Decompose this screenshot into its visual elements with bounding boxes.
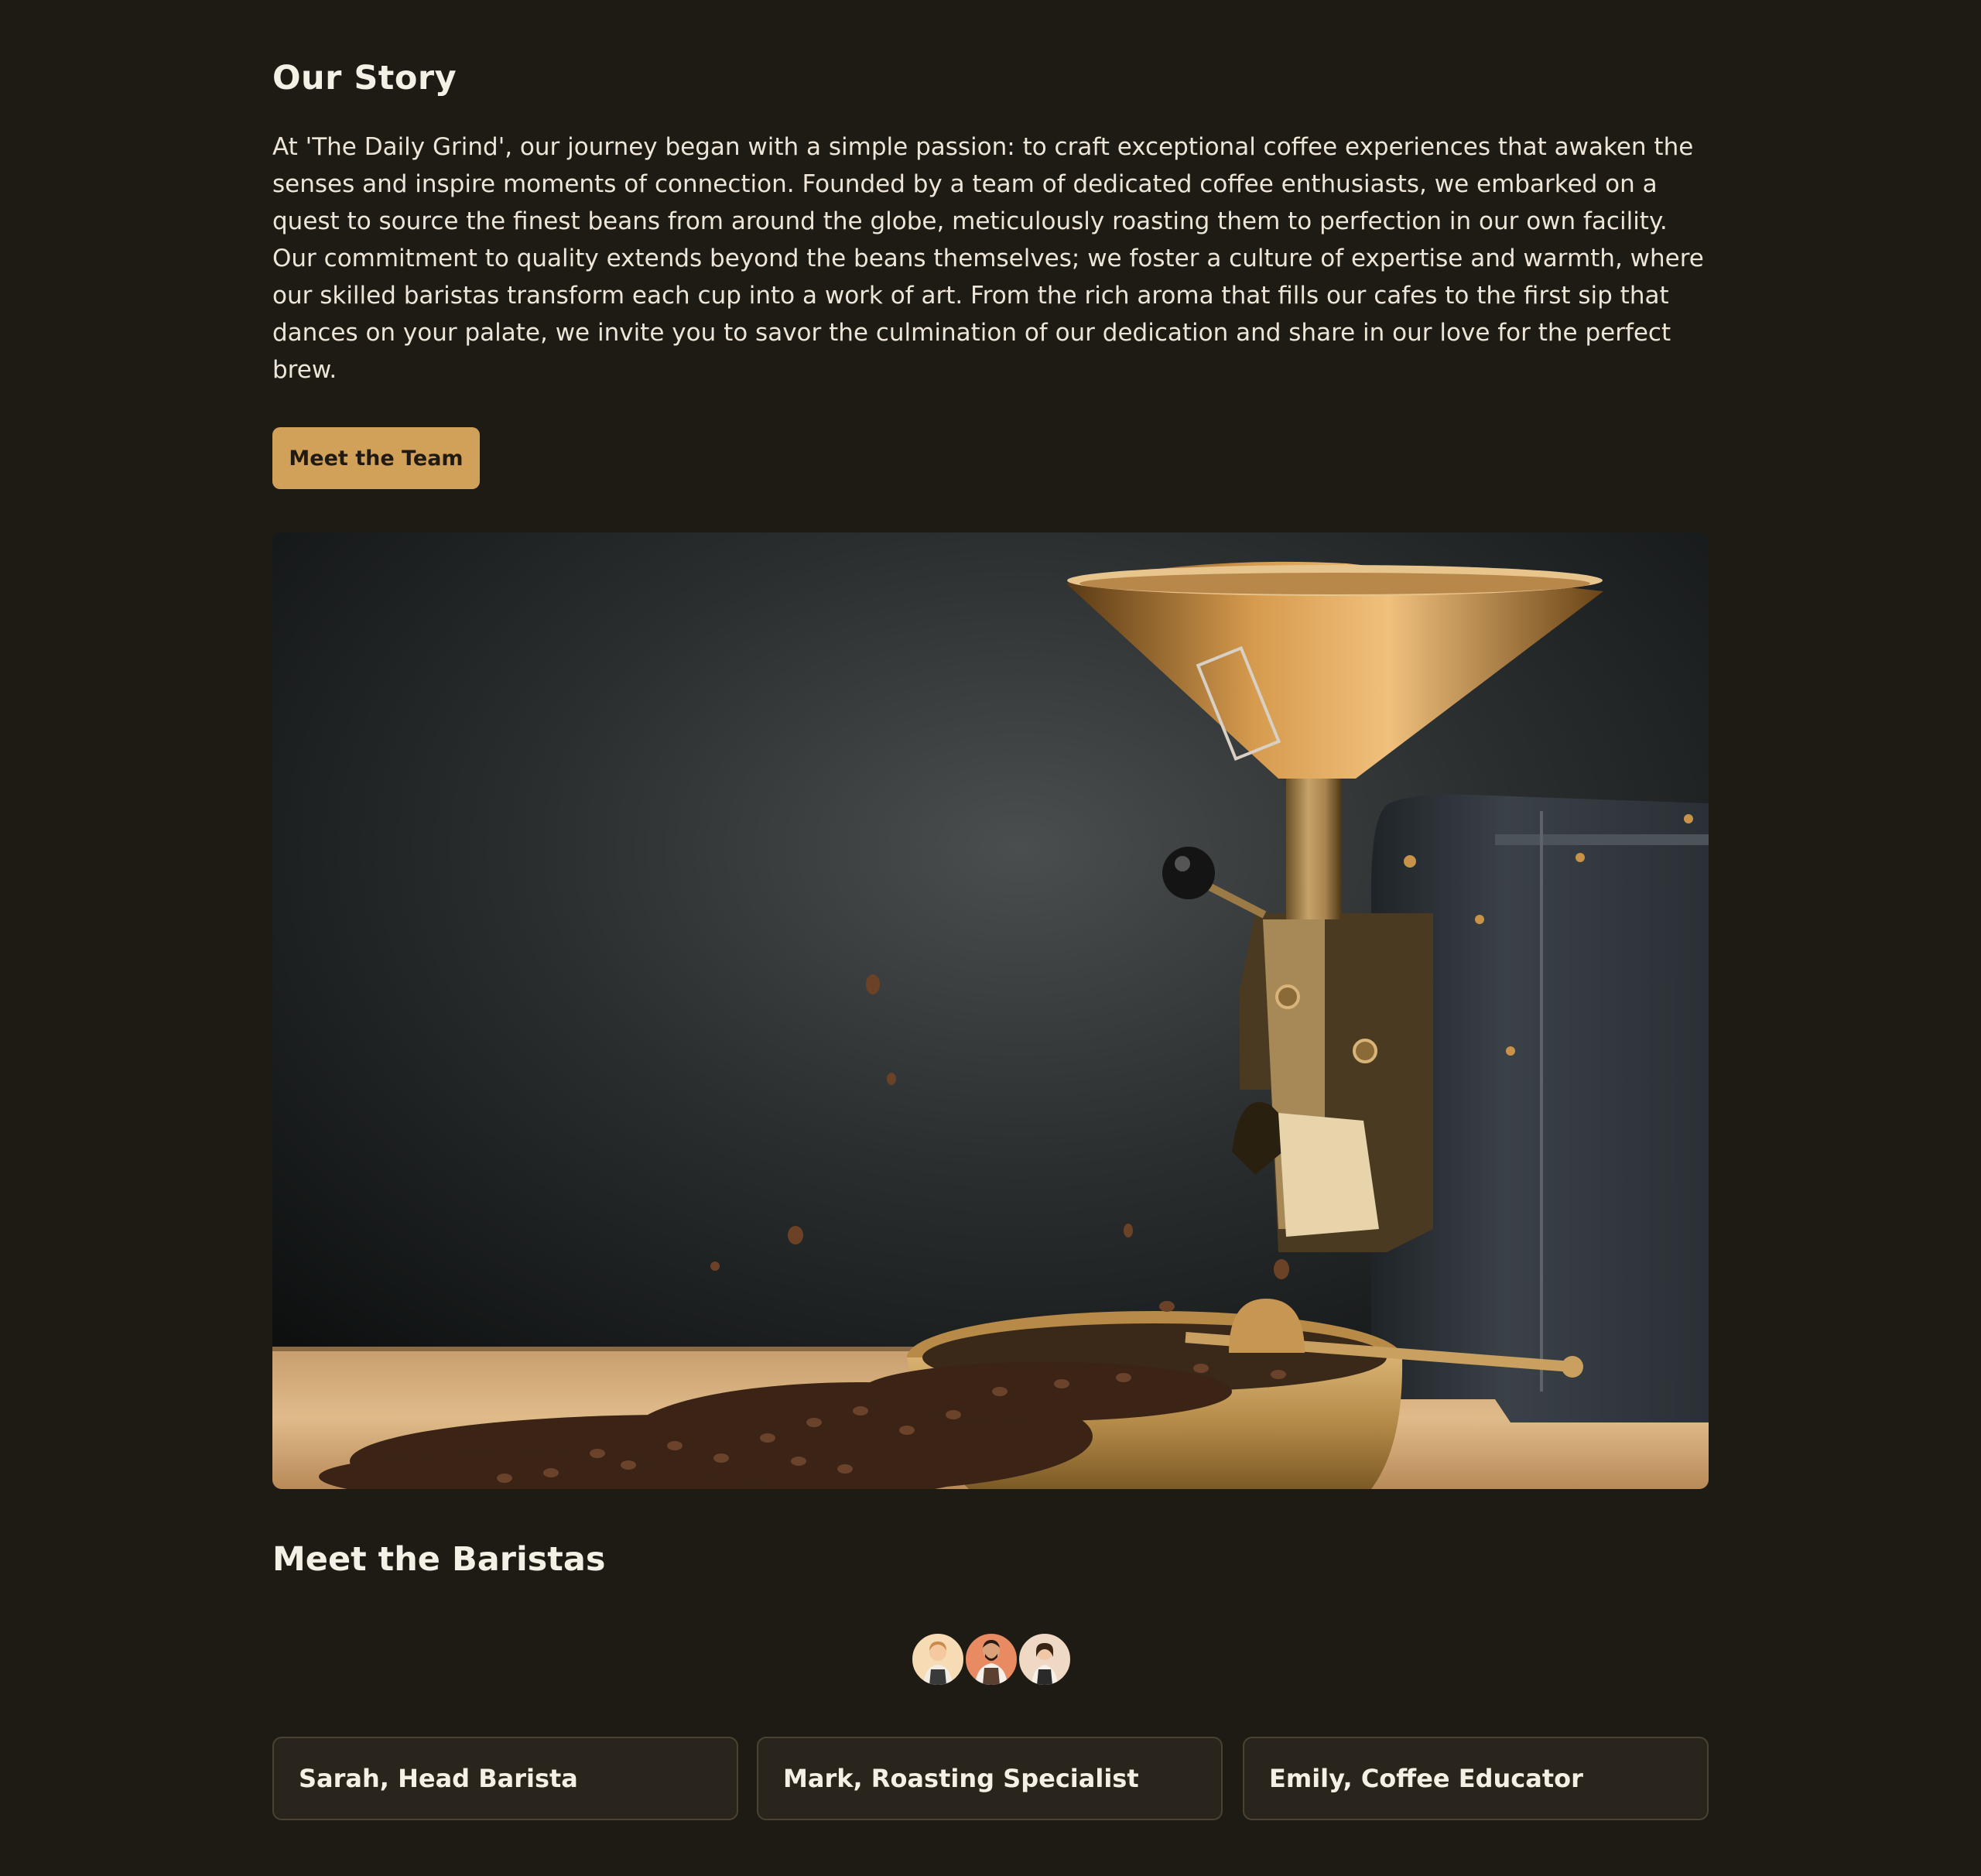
story-text: At 'The Daily Grind', our journey began … bbox=[272, 133, 1704, 384]
barista-card-mark[interactable]: Mark, Roasting Specialist bbox=[757, 1737, 1223, 1820]
barista-card-label: Emily, Coffee Educator bbox=[1269, 1764, 1583, 1793]
barista-card-label: Sarah, Head Barista bbox=[299, 1764, 578, 1793]
coffee-roaster-image bbox=[272, 532, 1709, 1489]
barista-cards: Sarah, Head Barista Mark, Roasting Speci… bbox=[272, 1737, 1709, 1820]
barista-avatar-female-2[interactable] bbox=[1017, 1631, 1073, 1687]
story-title: Our Story bbox=[272, 59, 457, 98]
barista-card-sarah[interactable]: Sarah, Head Barista bbox=[272, 1737, 738, 1820]
barista-card-label: Mark, Roasting Specialist bbox=[783, 1764, 1139, 1793]
barista-card-emily[interactable]: Emily, Coffee Educator bbox=[1243, 1737, 1709, 1820]
baristas-title: Meet the Baristas bbox=[272, 1540, 606, 1579]
barista-avatar-male[interactable] bbox=[963, 1631, 1019, 1687]
barista-avatar-female[interactable] bbox=[910, 1631, 966, 1687]
barista-avatar-group bbox=[910, 1631, 1073, 1687]
meet-the-team-button[interactable]: Meet the Team bbox=[272, 427, 480, 489]
